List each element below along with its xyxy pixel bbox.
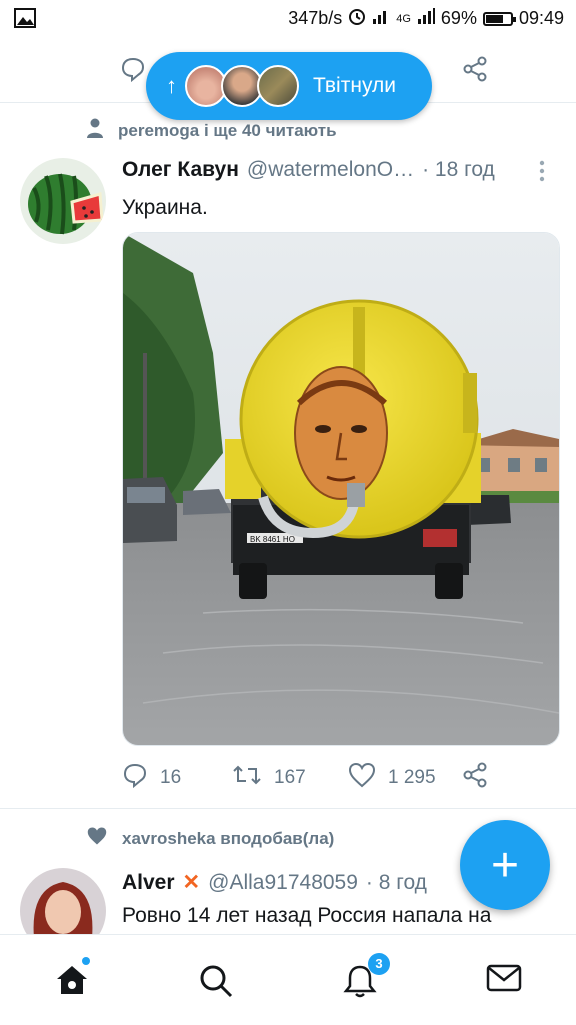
notifications-tab[interactable]: 3: [342, 953, 390, 1004]
person-icon: [86, 118, 104, 143]
network-type: 4G: [396, 12, 411, 25]
bell-icon: [342, 965, 378, 1003]
new-tweets-label: Твітнули: [313, 74, 396, 97]
signal-icon: [372, 8, 390, 29]
author-name[interactable]: Alver: [122, 871, 175, 895]
home-tab[interactable]: [54, 957, 90, 1002]
retweet-count: 167: [274, 767, 306, 788]
more-options-icon[interactable]: [538, 160, 546, 187]
tweet-time: · 18 год: [422, 158, 495, 181]
compose-tweet-button[interactable]: +: [460, 820, 550, 910]
gallery-icon: [14, 8, 36, 33]
tweet-header: Alver ✕ @Alla91748059 · 8 год: [122, 870, 427, 895]
alarm-icon: [348, 7, 366, 30]
heart-filled-icon: [86, 826, 108, 851]
search-tab[interactable]: [198, 963, 234, 1004]
author-handle[interactable]: @watermelonO…: [247, 158, 414, 182]
avatar[interactable]: [20, 158, 106, 244]
notifications-badge: 3: [368, 953, 390, 975]
retweet-button[interactable]: 167: [232, 763, 306, 793]
reply-icon: [122, 762, 148, 794]
tweet-text: Ровно 14 лет назад Россия напала на: [122, 904, 492, 927]
battery-fill: [485, 14, 503, 23]
network-speed: 347b/s: [288, 8, 343, 28]
social-context-label: xavrosheka вподобав(ла): [122, 828, 335, 848]
heart-icon: [348, 762, 376, 794]
social-context: peremoga і ще 40 читають: [86, 118, 337, 143]
social-context: xavrosheka вподобав(ла): [86, 826, 334, 851]
unread-dot: [82, 957, 90, 965]
x-badge-icon: ✕: [182, 871, 201, 894]
author-handle[interactable]: @Alla91748059: [208, 871, 358, 895]
reply-icon[interactable]: [120, 56, 146, 87]
share-icon[interactable]: [462, 56, 488, 87]
license-plate: BK 8461 HO: [250, 535, 295, 544]
bottom-navigation: 3: [0, 934, 576, 1025]
pill-avatars: [185, 65, 299, 107]
new-tweets-pill[interactable]: ↑ Твітнули: [146, 52, 432, 120]
battery-icon: [482, 11, 516, 26]
tweet-photo[interactable]: BK 8461 HO: [122, 232, 560, 746]
messages-tab[interactable]: [486, 963, 522, 998]
like-button[interactable]: 1 295: [348, 762, 436, 794]
tweet-text: Украина.: [122, 196, 208, 219]
retweet-icon: [232, 763, 262, 793]
share-button[interactable]: [462, 762, 488, 794]
arrow-up-icon: ↑: [166, 73, 177, 98]
social-context-label: peremoga і ще 40 читають: [118, 120, 337, 140]
search-icon: [198, 965, 234, 1003]
avatar: [257, 65, 299, 107]
tweet-header: Олег Кавун @watermelonO… · 18 год: [122, 158, 495, 182]
reply-count: 16: [160, 767, 182, 788]
share-icon: [462, 762, 488, 794]
battery-percent: 69%: [440, 8, 477, 28]
author-name[interactable]: Олег Кавун: [122, 158, 239, 182]
reply-button[interactable]: 16: [122, 762, 181, 794]
signal-icon-2: [417, 8, 435, 29]
tweet-time: · 8 год: [365, 870, 427, 894]
like-count: 1 295: [388, 767, 436, 788]
divider: [0, 808, 576, 809]
plus-icon: +: [490, 838, 520, 892]
tweet-actions: 16 167 1 295: [122, 760, 542, 796]
home-icon: [54, 966, 90, 1001]
clock: 09:49: [518, 8, 564, 28]
status-indicators: 347b/s 4G 69% 09:49: [288, 7, 564, 30]
status-bar: 347b/s 4G 69% 09:49: [0, 0, 576, 38]
mail-icon: [486, 964, 522, 997]
